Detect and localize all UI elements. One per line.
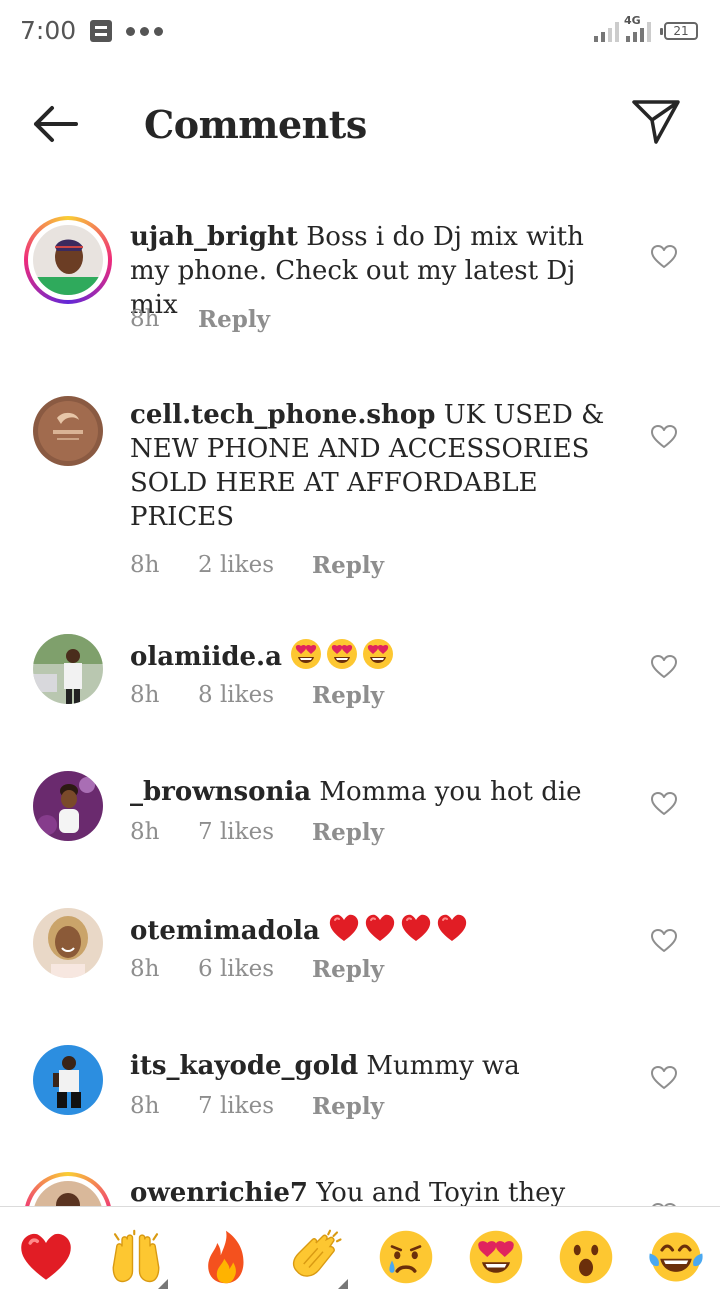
comment-text-block: owenrichie7 You and Toyin they	[130, 1176, 620, 1206]
red-heart-emoji	[436, 912, 468, 944]
heart-eyes-emoji	[326, 638, 358, 670]
comment-likes[interactable]: 6 likes	[198, 956, 312, 983]
signal-icon	[594, 20, 619, 42]
reply-button[interactable]: Reply	[312, 956, 384, 983]
comment-time: 8h	[130, 682, 160, 708]
signal-4g-icon	[626, 20, 651, 42]
back-button[interactable]	[28, 100, 84, 148]
comment-text-block: its_kayode_gold Mummy wa	[130, 1049, 620, 1083]
comment-username[interactable]: cell.tech_phone.shop	[130, 400, 435, 430]
comment-username[interactable]: its_kayode_gold	[130, 1051, 358, 1081]
raising-hands-emoji-button[interactable]	[108, 1229, 168, 1289]
comment-text: Momma you hot die	[319, 777, 582, 807]
header: Comments	[0, 64, 720, 184]
comment-meta: 8h 7 likes Reply	[130, 819, 384, 846]
avatar[interactable]	[24, 1045, 112, 1133]
comment-likes[interactable]: 2 likes	[198, 552, 312, 579]
notification-icon	[90, 20, 112, 42]
reply-button[interactable]: Reply	[198, 306, 270, 333]
tears-of-joy-emoji[interactable]	[648, 1229, 704, 1285]
heart-outline-icon[interactable]	[650, 654, 678, 680]
heart-eyes-emoji[interactable]	[468, 1229, 524, 1285]
comment-username[interactable]: ujah_bright	[130, 222, 298, 252]
comment-text: Mummy wa	[366, 1051, 520, 1081]
status-time: 7:00	[20, 16, 77, 45]
skin-tone-indicator	[338, 1279, 348, 1289]
battery-icon: 21	[660, 22, 698, 40]
comment-likes[interactable]: 7 likes	[198, 819, 312, 846]
comment-likes[interactable]: 7 likes	[198, 1093, 312, 1120]
heart-outline-icon[interactable]	[650, 244, 678, 270]
avatar-image	[33, 634, 103, 704]
avatar[interactable]	[24, 771, 112, 859]
reply-button[interactable]: Reply	[312, 1093, 384, 1120]
avatar-image	[33, 396, 103, 466]
comment-text-block: olamiide.a	[130, 638, 620, 674]
comment-meta: 8h 7 likes Reply	[130, 1093, 384, 1120]
clapping-hands-emoji	[288, 1229, 344, 1285]
comment-time: 8h	[130, 819, 160, 845]
comment-username[interactable]: _brownsonia	[130, 777, 311, 807]
surprised-face-emoji[interactable]	[558, 1229, 614, 1285]
avatar-image	[33, 225, 103, 295]
heart-outline-icon[interactable]	[650, 791, 678, 817]
comment-time: 8h	[130, 552, 160, 578]
comments-list: ujah_bright Boss i do Dj mix with my pho…	[0, 184, 720, 1206]
red-heart-emoji	[400, 912, 432, 944]
comment-text: You and Toyin they	[316, 1178, 566, 1206]
avatar[interactable]	[24, 634, 112, 722]
fire-emoji[interactable]	[198, 1229, 254, 1285]
heart-outline-icon[interactable]	[650, 1065, 678, 1091]
avatar[interactable]	[24, 908, 112, 996]
comment-time: 8h	[130, 1093, 160, 1119]
share-button[interactable]	[630, 96, 682, 148]
page-title: Comments	[144, 102, 367, 147]
comment-text-block: _brownsonia Momma you hot die	[130, 775, 620, 809]
heart-eyes-emoji	[290, 638, 322, 670]
skin-tone-indicator	[158, 1279, 168, 1289]
heart-outline-icon[interactable]	[650, 424, 678, 450]
comment-meta: 8h 6 likes Reply	[130, 956, 384, 983]
comment-meta: 8h 8 likes Reply	[130, 682, 384, 709]
comment-text-block: otemimadola	[130, 912, 620, 948]
avatar[interactable]	[24, 394, 112, 482]
comment-username[interactable]: olamiide.a	[130, 642, 282, 672]
arrow-left-icon	[34, 106, 78, 142]
heart-eyes-emoji	[362, 638, 394, 670]
avatar[interactable]	[24, 1172, 112, 1206]
comment-meta: 8h Reply	[130, 306, 270, 333]
avatar-image	[33, 771, 103, 841]
red-heart-emoji	[364, 912, 396, 944]
reply-button[interactable]: Reply	[312, 552, 384, 579]
comment-text-block: cell.tech_phone.shop UK USED & NEW PHONE…	[130, 398, 620, 534]
comment-time: 8h	[130, 306, 160, 332]
clapping-hands-emoji-button[interactable]	[288, 1229, 348, 1289]
avatar[interactable]	[24, 216, 112, 304]
comment-time: 8h	[130, 956, 160, 982]
comment-meta: 8h 2 likes Reply	[130, 552, 384, 579]
comment-likes[interactable]: 8 likes	[198, 682, 312, 709]
comment-username[interactable]: owenrichie7	[130, 1178, 308, 1206]
reply-button[interactable]: Reply	[312, 819, 384, 846]
raising-hands-emoji	[108, 1229, 164, 1285]
reply-button[interactable]: Reply	[312, 682, 384, 709]
red-heart-emoji	[328, 912, 360, 944]
paper-plane-icon	[632, 100, 680, 144]
heart-outline-icon[interactable]	[650, 928, 678, 954]
avatar-image	[33, 1045, 103, 1115]
more-dots-icon	[126, 27, 163, 36]
comment-username[interactable]: otemimadola	[130, 916, 320, 946]
status-bar: 7:00 4G 21	[0, 0, 720, 64]
red-heart-emoji[interactable]	[18, 1229, 74, 1285]
avatar-image	[33, 908, 103, 978]
emoji-quick-bar	[0, 1206, 720, 1298]
crying-face-emoji[interactable]	[378, 1229, 434, 1285]
